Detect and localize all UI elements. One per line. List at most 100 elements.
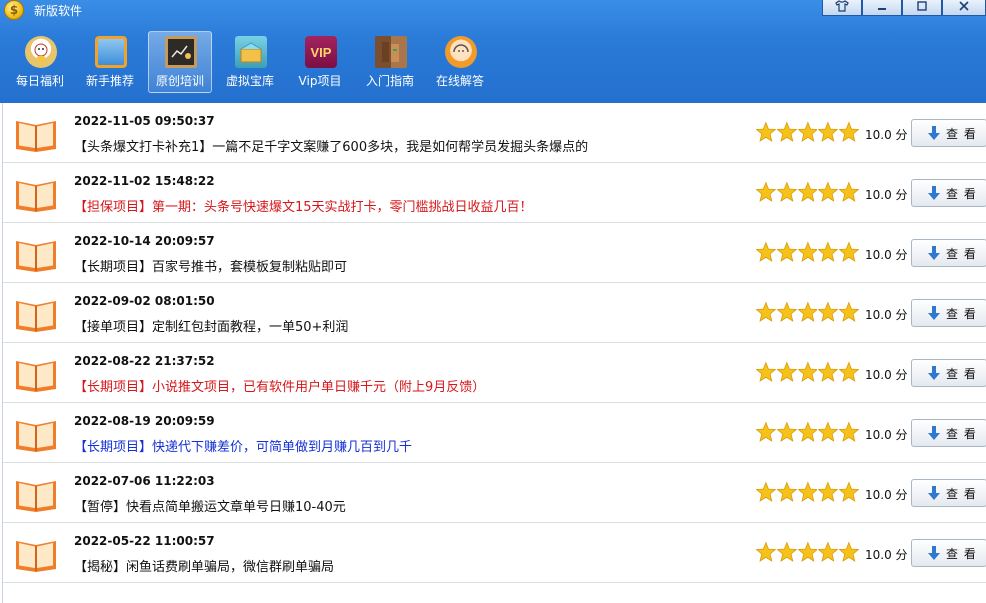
post-title[interactable]: 【头条爆文打卡补充1】一篇不足千字文案赚了600多块，我是如何帮学员发掘头条爆点…	[74, 136, 588, 155]
shirt-icon	[835, 0, 849, 12]
star-icon	[797, 301, 818, 322]
post-title[interactable]: 【长期项目】百家号推书，套模板复制粘贴即可	[74, 256, 347, 275]
download-arrow-icon	[928, 186, 940, 200]
window-title: 新版软件	[34, 4, 83, 18]
star-icon	[839, 421, 859, 442]
view-button[interactable]: 查 看	[911, 299, 986, 327]
star-icon	[756, 541, 776, 562]
star-icon	[839, 541, 859, 562]
post-date: 2022-05-22 11:00:57	[74, 534, 215, 548]
treasure-box-icon	[235, 36, 267, 68]
list-item[interactable]: 2022-11-02 15:48:22 【担保项目】第一期：头条号快速爆文15天…	[3, 163, 986, 223]
rating-stars	[756, 481, 860, 503]
post-title[interactable]: 【长期项目】快递代下赚差价，可简单做到月赚几百到几千	[74, 436, 412, 455]
view-button[interactable]: 查 看	[911, 179, 986, 207]
rating-score: 10.0 分	[865, 248, 908, 262]
support-agent-icon	[445, 36, 477, 68]
open-book-icon	[16, 541, 56, 572]
post-date: 2022-08-19 20:09:59	[74, 414, 215, 428]
tool-getting-started[interactable]: 入门指南	[358, 31, 422, 93]
list-item[interactable]: 2022-08-19 20:09:59 【长期项目】快递代下赚差价，可简单做到月…	[3, 403, 986, 463]
star-icon	[818, 421, 839, 442]
list-item[interactable]: 2022-07-06 11:22:03 【暂停】快看点简单搬运文章单号日赚10-…	[3, 463, 986, 523]
star-icon	[818, 181, 839, 202]
app-logo-icon: $	[4, 0, 24, 20]
tool-vip-projects[interactable]: VIP Vip项目	[288, 31, 352, 93]
rating-stars	[756, 181, 860, 203]
article-list: 2022-11-05 09:50:37 【头条爆文打卡补充1】一篇不足千字文案赚…	[2, 103, 986, 603]
tool-label: 每日福利	[15, 74, 64, 88]
list-item[interactable]: 2022-08-22 21:37:52 【长期项目】小说推文项目，已有软件用户单…	[3, 343, 986, 403]
blackboard-icon	[165, 36, 197, 68]
tool-label: 虚拟宝库	[225, 74, 274, 88]
star-icon	[776, 181, 797, 202]
post-date: 2022-08-22 21:37:52	[74, 354, 215, 368]
post-title[interactable]: 【揭秘】闲鱼话费刷单骗局，微信群刷单骗局	[74, 556, 334, 575]
open-book-icon	[16, 481, 56, 512]
rating-stars	[756, 301, 860, 323]
restore-icon	[917, 1, 927, 11]
close-button[interactable]	[942, 0, 986, 16]
books-icon	[375, 36, 407, 68]
view-button-label: 查 看	[946, 306, 977, 321]
view-button[interactable]: 查 看	[911, 539, 986, 567]
post-title[interactable]: 【接单项目】定制红包封面教程，一单50+利润	[74, 316, 348, 335]
minimize-button[interactable]	[862, 0, 902, 16]
view-button-label: 查 看	[946, 246, 977, 261]
post-date: 2022-11-02 15:48:22	[74, 174, 215, 188]
star-icon	[797, 181, 818, 202]
view-button[interactable]: 查 看	[911, 119, 986, 147]
download-arrow-icon	[928, 546, 940, 560]
star-icon	[776, 121, 797, 142]
rating-score: 10.0 分	[865, 308, 908, 322]
skin-button[interactable]	[822, 0, 862, 16]
monitor-icon	[95, 36, 127, 68]
tool-original-training[interactable]: 原创培训	[148, 31, 212, 93]
post-title[interactable]: 【担保项目】第一期：头条号快速爆文15天实战打卡，零门槛挑战日收益几百！	[74, 196, 533, 215]
rating-score: 10.0 分	[865, 548, 908, 562]
post-date: 2022-09-02 08:01:50	[74, 294, 215, 308]
tool-virtual-treasury[interactable]: 虚拟宝库	[218, 31, 282, 93]
star-icon	[756, 421, 776, 442]
view-button[interactable]: 查 看	[911, 239, 986, 267]
list-item[interactable]: 2022-11-05 09:50:37 【头条爆文打卡补充1】一篇不足千字文案赚…	[3, 103, 986, 163]
tool-label: 新手推荐	[85, 74, 134, 88]
list-item[interactable]: 2022-05-22 11:00:57 【揭秘】闲鱼话费刷单骗局，微信群刷单骗局…	[3, 523, 986, 583]
post-title[interactable]: 【暂停】快看点简单搬运文章单号日赚10-40元	[74, 496, 346, 515]
open-book-icon	[16, 121, 56, 152]
view-button[interactable]: 查 看	[911, 479, 986, 507]
star-icon	[839, 301, 859, 322]
rating-score: 10.0 分	[865, 368, 908, 382]
star-icon	[839, 481, 859, 502]
star-icon	[797, 241, 818, 262]
star-icon	[756, 301, 776, 322]
star-icon	[839, 181, 859, 202]
view-button[interactable]: 查 看	[911, 419, 986, 447]
post-title[interactable]: 【长期项目】小说推文项目，已有软件用户单日赚千元（附上9月反馈）	[74, 376, 485, 395]
star-icon	[818, 361, 839, 382]
view-button-label: 查 看	[946, 186, 977, 201]
rating-score: 10.0 分	[865, 128, 908, 142]
tool-label: 原创培训	[155, 74, 204, 88]
star-icon	[776, 301, 797, 322]
download-arrow-icon	[928, 306, 940, 320]
lucky-cat-icon	[25, 36, 57, 68]
tool-online-answers[interactable]: 在线解答	[428, 31, 492, 93]
star-icon	[797, 541, 818, 562]
download-arrow-icon	[928, 246, 940, 260]
star-icon	[776, 241, 797, 262]
star-icon	[776, 361, 797, 382]
rating-stars	[756, 241, 860, 263]
title-and-toolbar: $ 新版软件 每日福利 新手推荐 原创培训 虚拟宝库 VIP Vip项目 入门指…	[0, 0, 986, 103]
view-button[interactable]: 查 看	[911, 359, 986, 387]
tool-daily-welfare[interactable]: 每日福利	[8, 31, 72, 93]
star-icon	[839, 241, 859, 262]
restore-button[interactable]	[902, 0, 942, 16]
rating-score: 10.0 分	[865, 188, 908, 202]
view-button-label: 查 看	[946, 366, 977, 381]
list-item[interactable]: 2022-09-02 08:01:50 【接单项目】定制红包封面教程，一单50+…	[3, 283, 986, 343]
list-item[interactable]: 2022-10-14 20:09:57 【长期项目】百家号推书，套模板复制粘贴即…	[3, 223, 986, 283]
tool-beginner-recommend[interactable]: 新手推荐	[78, 31, 142, 93]
download-arrow-icon	[928, 426, 940, 440]
window-controls	[822, 0, 986, 16]
